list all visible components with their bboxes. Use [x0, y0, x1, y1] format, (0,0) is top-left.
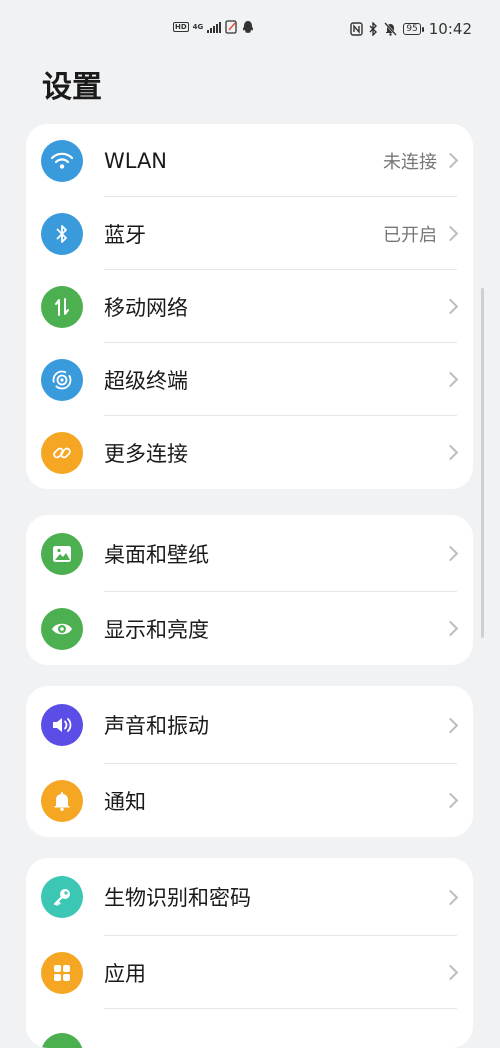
- chevron-right-icon: [442, 152, 459, 169]
- display-brightness-label: 显示和亮度: [104, 617, 209, 642]
- qq-icon: [243, 21, 254, 33]
- clock: 10:42: [428, 20, 472, 38]
- link-icon: [41, 431, 83, 474]
- mobile-data-icon: [41, 285, 83, 328]
- settings-item-wallpaper[interactable]: 桌面和壁纸: [26, 515, 473, 592]
- super-device-label: 超级终端: [104, 368, 188, 393]
- super-device-icon: [41, 358, 83, 401]
- settings-group-security: 生物识别和密码 应用: [26, 858, 473, 1048]
- chevron-right-icon: [442, 620, 459, 637]
- hd-badge: HD: [173, 22, 189, 32]
- settings-item-bluetooth[interactable]: 蓝牙 已开启: [26, 197, 473, 270]
- chevron-right-icon: [442, 717, 459, 733]
- network-type: 4G: [192, 23, 204, 31]
- settings-group-sound: 声音和振动 通知: [26, 686, 473, 837]
- status-bar: HD 4G 95 10:42: [0, 0, 500, 60]
- chevron-right-icon: [442, 964, 459, 981]
- chevron-right-icon: [442, 298, 459, 315]
- status-bar-left: HD 4G: [173, 20, 254, 34]
- sound-vibration-label: 声音和振动: [104, 714, 209, 738]
- wallpaper-label: 桌面和壁纸: [104, 542, 209, 567]
- battery-icon: 95: [403, 23, 425, 35]
- signal-icon: [207, 21, 222, 33]
- status-bar-right: 95 10:42: [350, 20, 472, 38]
- mute-bell-icon: [384, 22, 398, 36]
- chevron-right-icon: [442, 545, 459, 562]
- biometrics-password-label: 生物识别和密码: [104, 886, 251, 910]
- apps-grid-icon: [41, 951, 83, 994]
- chevron-right-icon: [442, 371, 459, 388]
- wlan-label: WLAN: [104, 148, 168, 173]
- settings-item-sound-vibration[interactable]: 声音和振动: [26, 686, 473, 764]
- eye-icon: [41, 607, 83, 650]
- nfc-icon: [350, 22, 364, 36]
- bluetooth-label: 蓝牙: [104, 222, 146, 247]
- settings-item-wlan[interactable]: WLAN 未连接: [26, 124, 473, 197]
- wallpaper-icon: [41, 532, 83, 575]
- bluetooth-status: 已开启: [383, 224, 437, 246]
- settings-group-connectivity: WLAN 未连接 蓝牙 已开启 移动网络 超级终端 更多连接: [26, 124, 473, 489]
- notifications-label: 通知: [104, 789, 146, 814]
- settings-item-partial[interactable]: [26, 1009, 473, 1048]
- settings-item-super-device[interactable]: 超级终端: [26, 343, 473, 416]
- apps-label: 应用: [104, 961, 146, 986]
- bell-icon: [41, 779, 83, 822]
- settings-group-display: 桌面和壁纸 显示和亮度: [26, 515, 473, 665]
- wifi-icon: [41, 139, 83, 182]
- bluetooth-icon: [41, 212, 83, 255]
- settings-item-mobile-network[interactable]: 移动网络: [26, 270, 473, 343]
- key-icon: [41, 876, 83, 918]
- mobile-network-label: 移动网络: [104, 295, 188, 320]
- chevron-right-icon: [442, 889, 459, 905]
- chevron-right-icon: [442, 444, 459, 461]
- settings-item-apps[interactable]: 应用: [26, 936, 473, 1009]
- settings-item-biometrics-password[interactable]: 生物识别和密码: [26, 858, 473, 936]
- partial-item-icon: [41, 1033, 83, 1048]
- settings-item-notifications[interactable]: 通知: [26, 764, 473, 837]
- note-app-icon: [225, 20, 237, 34]
- more-connections-label: 更多连接: [104, 441, 188, 466]
- settings-item-more-connections[interactable]: 更多连接: [26, 416, 473, 489]
- chevron-right-icon: [442, 792, 459, 809]
- wlan-status: 未连接: [383, 151, 437, 173]
- speaker-icon: [41, 704, 83, 746]
- page-title: 设置: [42, 70, 102, 105]
- bluetooth-status-icon: [369, 22, 378, 36]
- chevron-right-icon: [442, 225, 459, 242]
- settings-item-display-brightness[interactable]: 显示和亮度: [26, 592, 473, 665]
- scrollbar-thumb[interactable]: [481, 288, 484, 638]
